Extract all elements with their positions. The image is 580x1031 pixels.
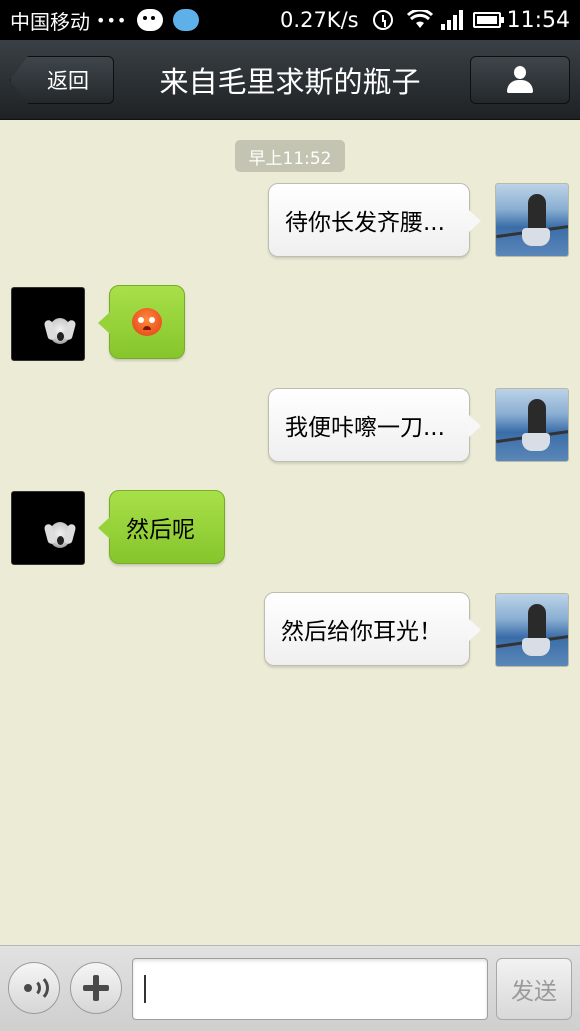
outgoing-message-bubble[interactable]: 然后给你耳光！ <box>264 592 481 666</box>
outgoing-message-bubble[interactable]: 我便咔嚓一刀... <box>268 388 481 462</box>
notification-dots: ••• <box>96 10 128 30</box>
chat-area[interactable]: 早上11:52 待你长发齐腰... 我便咔嚓一刀... 然后呢 然后给你耳光！ <box>0 120 580 945</box>
voice-button[interactable] <box>8 962 60 1014</box>
back-button[interactable]: 返回 <box>10 56 114 104</box>
incoming-message-bubble[interactable] <box>98 285 185 359</box>
angry-face-emoji-icon <box>132 308 162 336</box>
profile-button[interactable] <box>470 56 570 104</box>
text-caret <box>144 975 146 1003</box>
more-options-button[interactable] <box>70 962 122 1014</box>
input-bar: 发送 <box>0 945 580 1031</box>
send-button[interactable]: 发送 <box>496 958 572 1020</box>
alarm-icon <box>372 10 393 30</box>
wifi-icon <box>406 10 433 30</box>
signal-icon <box>440 10 463 30</box>
status-bar: 中国移动 ••• 0.27K/s 11:54 <box>0 0 580 40</box>
battery-icon <box>472 12 504 28</box>
voice-icon <box>21 974 49 1002</box>
my-avatar[interactable] <box>495 388 569 462</box>
outgoing-message-bubble[interactable]: 待你长发齐腰... <box>268 183 481 257</box>
message-input[interactable] <box>132 958 488 1020</box>
page-title: 来自毛里求斯的瓶子 <box>159 65 421 99</box>
my-avatar[interactable] <box>495 183 569 257</box>
contact-avatar[interactable] <box>11 287 85 361</box>
status-clock: 11:54 <box>506 7 570 33</box>
incoming-message-bubble[interactable]: 然后呢 <box>98 490 225 564</box>
my-avatar[interactable] <box>495 593 569 667</box>
wechat-icon <box>137 9 164 31</box>
network-speed: 0.27K/s <box>280 8 359 32</box>
message-timestamp: 早上11:52 <box>235 140 345 172</box>
contact-avatar[interactable] <box>11 491 85 565</box>
plus-icon <box>83 975 109 1001</box>
title-bar: 返回 来自毛里求斯的瓶子 <box>0 40 580 120</box>
person-icon <box>506 66 534 94</box>
carrier-name: 中国移动 <box>10 9 90 34</box>
qq-icon <box>173 9 200 31</box>
